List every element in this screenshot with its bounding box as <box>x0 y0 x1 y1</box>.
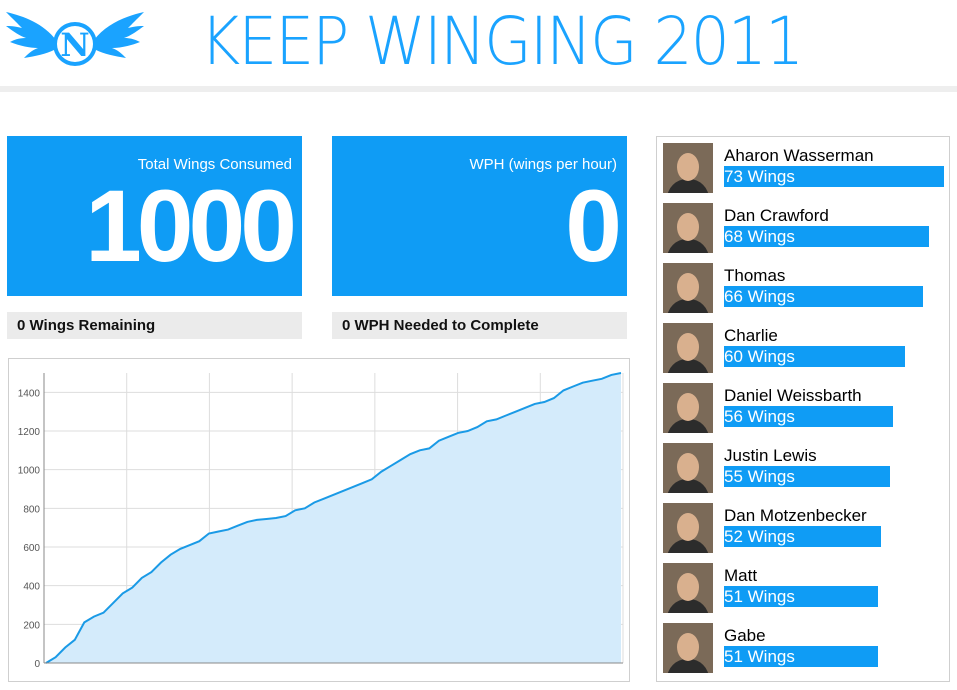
avatar-head <box>677 393 699 421</box>
leader-name: Aharon Wasserman <box>724 146 874 165</box>
y-tick-label: 200 <box>23 620 40 631</box>
avatar-body <box>667 419 709 433</box>
avatar <box>663 203 713 253</box>
avatar-head <box>677 333 699 361</box>
wing-count-label: 68 Wings <box>724 227 795 246</box>
y-tick-label: 800 <box>23 504 40 515</box>
leaderboard-row: Matt 51 Wings <box>657 557 949 617</box>
avatar <box>663 443 713 493</box>
page-title: KEEP WINGING 2011 <box>200 3 804 80</box>
logo-letter: N <box>60 26 89 64</box>
avatar-head <box>677 573 699 601</box>
avatar-body <box>667 599 709 613</box>
avatar-body <box>667 479 709 493</box>
avatar-body <box>667 659 709 673</box>
avatar <box>663 323 713 373</box>
avatar-head <box>677 513 699 541</box>
header-divider <box>0 86 957 92</box>
avatar <box>663 503 713 553</box>
total-wings-value: 1000 <box>85 169 297 283</box>
y-tick-label: 0 <box>34 659 40 670</box>
leader-name: Dan Motzenbecker <box>724 506 867 525</box>
avatar <box>663 263 713 313</box>
wing-count-label: 56 Wings <box>724 407 795 426</box>
cumulative-area <box>46 373 621 663</box>
wing-count-label: 51 Wings <box>724 647 795 666</box>
avatar-body <box>667 299 709 313</box>
wph-box: WPH (wings per hour) 0 <box>332 136 627 296</box>
leaderboard: Aharon Wasserman 73 Wings Dan Crawford 68 W… <box>656 136 950 682</box>
wing-count-label: 52 Wings <box>724 527 795 546</box>
leaderboard-row: Dan Crawford 68 Wings <box>657 197 949 257</box>
avatar-head <box>677 153 699 181</box>
winged-n-logo: N <box>4 4 146 76</box>
avatar <box>663 383 713 433</box>
leader-name: Gabe <box>724 626 766 645</box>
leaderboard-row: Daniel Weissbarth 56 Wings <box>657 377 949 437</box>
wing-count-label: 73 Wings <box>724 167 795 186</box>
leader-name: Matt <box>724 566 758 585</box>
y-tick-label: 1200 <box>18 427 41 438</box>
avatar-head <box>677 453 699 481</box>
avatar-body <box>667 539 709 553</box>
wings-remaining-box: 0 Wings Remaining <box>7 312 302 339</box>
leaderboard-row: Gabe 51 Wings <box>657 617 949 677</box>
y-tick-label: 400 <box>23 582 40 593</box>
wings-progress-chart: 0 200 400 600 800 1000 1200 1400 <box>8 358 630 682</box>
wing-count-label: 51 Wings <box>724 587 795 606</box>
leaderboard-row: Charlie 60 Wings <box>657 317 949 377</box>
winged-logo-icon: N <box>6 12 144 66</box>
avatar <box>663 563 713 613</box>
leader-name: Justin Lewis <box>724 446 817 465</box>
avatar <box>663 143 713 193</box>
wing-count-label: 55 Wings <box>724 467 795 486</box>
leaderboard-row: Thomas 66 Wings <box>657 257 949 317</box>
wph-needed-text: 0 WPH Needed to Complete <box>342 317 539 334</box>
chart-svg: 0 200 400 600 800 1000 1200 1400 <box>18 372 624 670</box>
wph-value: 0 <box>565 169 622 283</box>
y-tick-label: 1400 <box>18 388 41 399</box>
y-tick-label: 600 <box>23 543 40 554</box>
wph-needed-box: 0 WPH Needed to Complete <box>332 312 627 339</box>
wing-count-label: 66 Wings <box>724 287 795 306</box>
avatar-body <box>667 239 709 253</box>
avatar-head <box>677 273 699 301</box>
leader-name: Daniel Weissbarth <box>724 386 862 405</box>
leaderboard-row: Dan Motzenbecker 52 Wings <box>657 497 949 557</box>
leaderboard-row: Aharon Wasserman 73 Wings <box>657 137 949 197</box>
avatar-body <box>667 179 709 193</box>
wing-count-label: 60 Wings <box>724 347 795 366</box>
avatar <box>663 623 713 673</box>
avatar-head <box>677 633 699 661</box>
total-wings-box: Total Wings Consumed 1000 <box>7 136 302 296</box>
y-tick-label: 1000 <box>18 466 41 477</box>
avatar-head <box>677 213 699 241</box>
leaderboard-row: Justin Lewis 55 Wings <box>657 437 949 497</box>
leader-name: Dan Crawford <box>724 206 829 225</box>
leader-name: Charlie <box>724 326 778 345</box>
leader-name: Thomas <box>724 266 786 285</box>
wings-remaining-text: 0 Wings Remaining <box>17 317 156 334</box>
avatar-body <box>667 359 709 373</box>
